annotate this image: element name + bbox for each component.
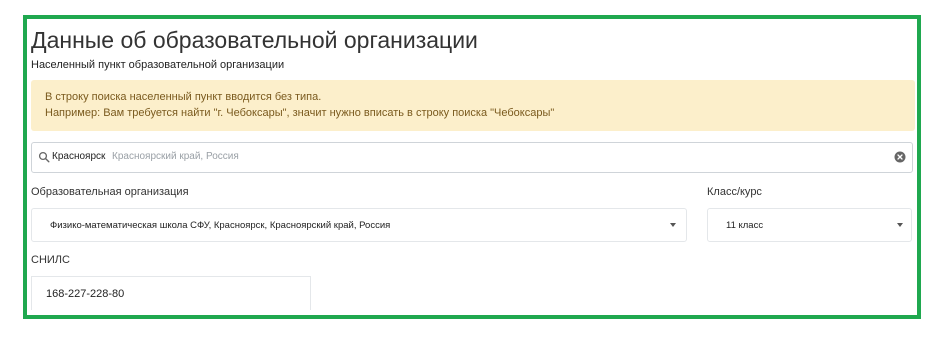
search-value: Красноярск <box>52 151 106 162</box>
organization-select[interactable]: Физико-математическая школа СФУ, Красноя… <box>31 208 687 242</box>
organization-label: Образовательная организация <box>31 186 189 198</box>
settlement-section-label: Населенный пункт образовательной организ… <box>31 59 285 71</box>
organization-selected-value: Физико-математическая школа СФУ, Красноя… <box>50 220 391 231</box>
snils-value: 168-227-228-80 <box>46 288 125 300</box>
chevron-down-icon <box>670 223 676 227</box>
info-alert: В строку поиска населенный пункт вводитс… <box>31 80 915 131</box>
clear-icon[interactable] <box>894 151 906 163</box>
alert-line-2: Например: Вам требуется найти "г. Чебокс… <box>45 107 555 119</box>
snils-input[interactable]: 168-227-228-80 <box>31 276 311 310</box>
grade-selected-value: 11 класс <box>726 220 764 231</box>
search-hint: Красноярский край, Россия <box>112 151 239 162</box>
alert-line-1: В строку поиска населенный пункт вводитс… <box>45 91 322 103</box>
search-icon <box>38 151 50 163</box>
chevron-down-icon <box>897 223 903 227</box>
grade-label: Класс/курс <box>707 186 762 198</box>
highlight-frame: Данные об образовательной организации На… <box>23 15 921 319</box>
snils-label: СНИЛС <box>31 254 70 266</box>
grade-select[interactable]: 11 класс <box>707 208 912 242</box>
settlement-search-input[interactable]: Красноярск Красноярский край, Россия <box>31 142 913 173</box>
page-title: Данные об образовательной организации <box>31 27 478 53</box>
